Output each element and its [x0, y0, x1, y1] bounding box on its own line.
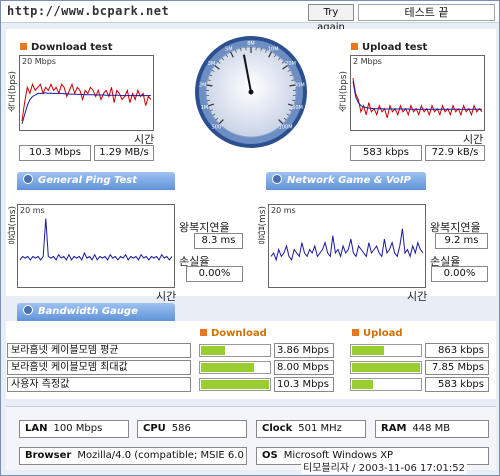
gauge-tick-label: 3M [208, 61, 216, 67]
series-line [352, 81, 482, 110]
upload-chart: 2 Mbps [350, 55, 485, 131]
bandwidth-row-label: 보라홈넷 케이블모뎀 평균 [7, 343, 191, 358]
tab-bullet-icon [23, 305, 33, 315]
upload-value: 7.85 Mbps [425, 360, 489, 375]
cpu-info: CPU 586 [137, 420, 247, 438]
ping-loss-value: 0.00% [186, 266, 243, 282]
gauge-tick-label: 5M [225, 46, 233, 52]
game-chart: 20 ms [268, 204, 426, 288]
download-mbytes: 1.29 MB/s [94, 145, 154, 161]
try-again-button[interactable]: Try again [308, 4, 354, 33]
download-plot [21, 82, 152, 125]
upload-ylabel: 속도(bps) [339, 71, 349, 113]
download-chart: 20 Mbps [19, 55, 154, 131]
bandwidth-row-label: 사용자 측정값 [7, 377, 191, 392]
download-value: 8.00 Mbps [274, 360, 334, 375]
footer-timestamp: 티모블리자 / 2003-11-06 17:01:52 [301, 459, 467, 474]
game-loss-value: 0.00% [431, 266, 488, 282]
upload-bar [350, 378, 422, 391]
speed-gauge: 500 1M 2M 3M 5M 8M 10M 20M 30M 50M 100M [195, 36, 307, 148]
header-bar: http://www.bcpark.net Try again 테스트 끝 [1, 1, 499, 33]
speed-test-window: http://www.bcpark.net Try again 테스트 끝 Do… [0, 0, 500, 476]
download-bar [199, 361, 271, 374]
gauge-tick-label: 1M [201, 105, 209, 111]
upload-plot [352, 78, 483, 119]
upload-value: 863 kbps [425, 343, 489, 358]
gauge-tick-label: 8M [247, 41, 255, 47]
download-bar [199, 344, 271, 357]
game-xlabel: 시간 [407, 290, 428, 303]
gauge-tick-label: 500 [212, 125, 222, 131]
gauge-tick-label: 2M [199, 82, 207, 88]
download-ylabel: 속도(bps) [8, 71, 18, 113]
ping-plot [19, 218, 173, 261]
upload-bar [350, 361, 422, 374]
download-mbps: 10.3 Mbps [19, 145, 91, 161]
tab-bullet-icon [23, 174, 33, 184]
tab-general-ping[interactable]: General Ping Test [17, 172, 175, 190]
bandwidth-upload-header: Upload [352, 328, 402, 339]
test-status: 테스트 끝 [358, 4, 495, 21]
upload-kbytes: 72.9 kB/s [425, 145, 485, 161]
site-url[interactable]: http://www.bcpark.net [7, 4, 169, 18]
gauge-tick-label: 100M [279, 125, 293, 131]
ping-chart: 20 ms [17, 204, 175, 288]
tab-network-game-voip[interactable]: Network Game & VoIP Test [266, 172, 426, 204]
game-plot [270, 228, 424, 262]
download-value: 10.3 Mbps [274, 377, 334, 392]
gauge-tick-label: 30M [294, 82, 305, 88]
download-value: 3.86 Mbps [274, 343, 334, 358]
upload-value: 583 kbps [425, 377, 489, 392]
upload-bar [350, 344, 422, 357]
gauge-tick-label: 20M [285, 61, 296, 67]
tab-bullet-icon [272, 174, 282, 184]
tab-bandwidth-gauge[interactable]: Bandwidth Gauge [17, 303, 175, 321]
ping-rtt-value: 8.3 ms [194, 233, 243, 249]
bandwidth-download-header: Download [200, 328, 267, 339]
browser-info: Browser Mozilla/4.0 (compatible; MSIE 6.0 [19, 447, 247, 465]
clock-info: Clock 501 MHz [256, 420, 366, 438]
game-rtt-value: 9.2 ms [435, 233, 488, 249]
ping-xlabel: 시간 [156, 290, 177, 303]
upload-test-title: Upload test [351, 42, 427, 53]
series-line [21, 82, 152, 121]
gauge-tick-label: 10M [268, 46, 279, 52]
download-bar [199, 378, 271, 391]
series-line [19, 218, 173, 261]
series-line [352, 78, 483, 119]
ram-info: RAM 448 MB [375, 420, 489, 438]
series-line [270, 228, 424, 262]
upload-kbps: 583 kbps [350, 145, 422, 161]
download-test-title: Download test [20, 42, 113, 53]
gauge-tick-label: 50M [292, 105, 303, 111]
bandwidth-row-label: 보라홈넷 케이블모뎀 최대값 [7, 360, 191, 375]
lan-info: LAN 100 Mbps [19, 420, 129, 438]
